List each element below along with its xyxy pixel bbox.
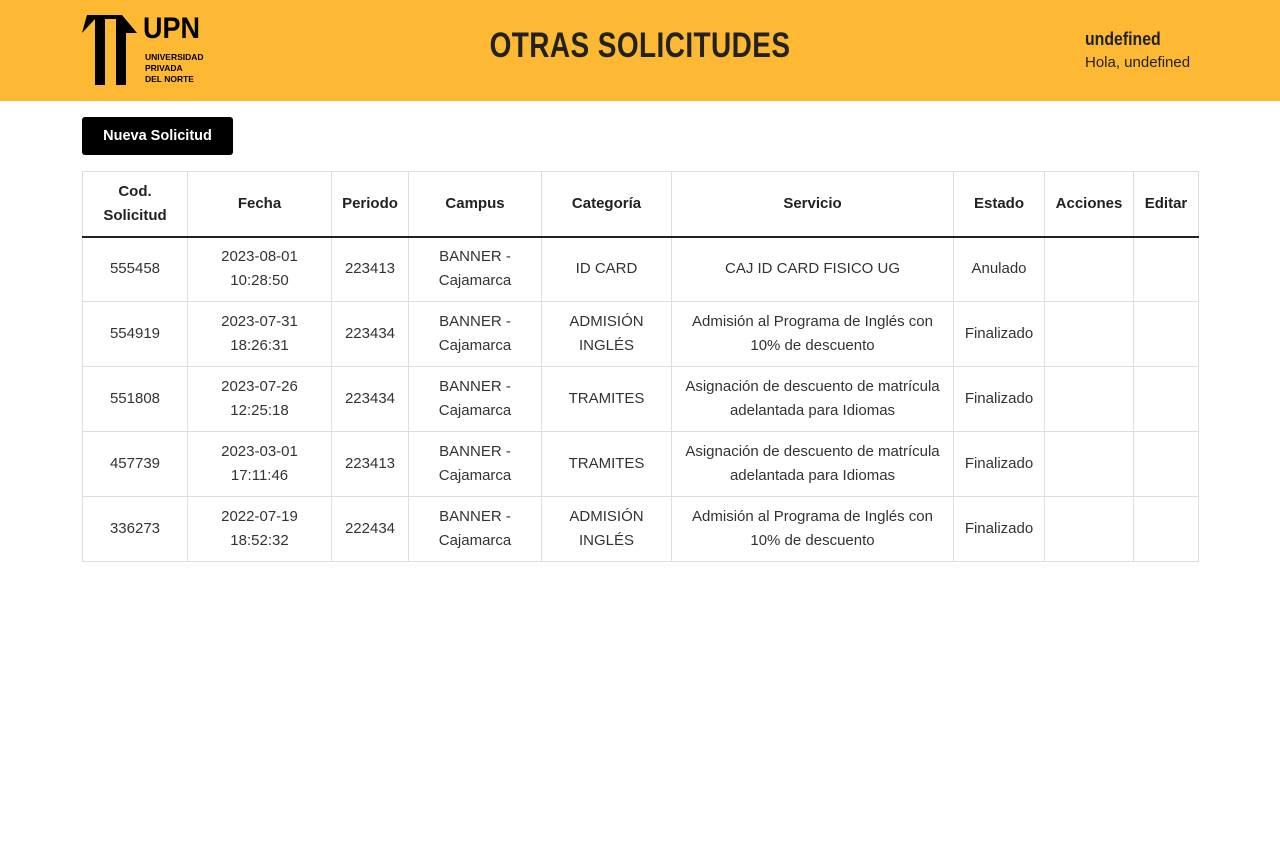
cell-category: ID CARD [541,236,672,302]
cell-edit [1133,496,1199,562]
header-category[interactable]: Categoría [541,171,672,238]
header-actions[interactable]: Acciones [1044,171,1134,238]
cell-actions [1044,301,1134,367]
header-campus[interactable]: Campus [408,171,542,238]
cell-period: 223413 [331,236,409,302]
header-code[interactable]: Cod. Solicitud [82,171,188,238]
cell-code: 551808 [82,366,188,432]
cell-edit [1133,431,1199,497]
cell-actions [1044,431,1134,497]
cell-campus: BANNER - Cajamarca [408,301,542,367]
cell-category: ADMISIÓN INGLÉS [541,496,672,562]
table-row[interactable]: 555458 2023-08-01 10:28:50 223413 BANNER… [82,236,1199,302]
table-header-row: Cod. Solicitud Fecha Periodo Campus Cate… [82,171,1199,238]
new-request-button[interactable]: Nueva Solicitud [82,117,233,155]
cell-service: CAJ ID CARD FISICO UG [671,236,954,302]
header-date[interactable]: Fecha [187,171,332,238]
cell-code: 555458 [82,236,188,302]
cell-campus: BANNER - Cajamarca [408,496,542,562]
cell-period: 223434 [331,366,409,432]
cell-status: Finalizado [953,496,1045,562]
cell-actions [1044,366,1134,432]
page-title-text: OTRAS SOLICITUDES [489,26,791,65]
cell-status: Anulado [953,236,1045,302]
user-info: undefined Hola, undefined [1085,27,1225,74]
cell-status: Finalizado [953,366,1045,432]
cell-category: ADMISIÓN INGLÉS [541,301,672,367]
header-period[interactable]: Periodo [331,171,409,238]
cell-date: 2023-08-01 10:28:50 [187,236,332,302]
cell-service: Asignación de descuento de matrícula ade… [671,431,954,497]
cell-campus: BANNER - Cajamarca [408,431,542,497]
cell-date: 2023-07-26 12:25:18 [187,366,332,432]
cell-campus: BANNER - Cajamarca [408,366,542,432]
cell-category: TRAMITES [541,431,672,497]
cell-date: 2023-03-01 17:11:46 [187,431,332,497]
cell-period: 223413 [331,431,409,497]
cell-edit [1133,366,1199,432]
table-row[interactable]: 457739 2023-03-01 17:11:46 223413 BANNER… [82,431,1199,497]
cell-code: 554919 [82,301,188,367]
cell-edit [1133,236,1199,302]
top-header: UPN UNIVERSIDAD PRIVADA DEL NORTE OTRAS … [0,0,1280,101]
logo-line-3: DEL NORTE [145,74,194,84]
cell-code: 457739 [82,431,188,497]
cell-period: 222434 [331,496,409,562]
cell-date: 2022-07-19 18:52:32 [187,496,332,562]
cell-actions [1044,496,1134,562]
cell-edit [1133,301,1199,367]
cell-category: TRAMITES [541,366,672,432]
cell-service: Admisión al Programa de Inglés con 10% d… [671,496,954,562]
cell-campus: BANNER - Cajamarca [408,236,542,302]
cell-actions [1044,236,1134,302]
user-name: undefined [1085,29,1161,49]
header-status[interactable]: Estado [953,171,1045,238]
cell-code: 336273 [82,496,188,562]
cell-date: 2023-07-31 18:26:31 [187,301,332,367]
table-row[interactable]: 336273 2022-07-19 18:52:32 222434 BANNER… [82,496,1199,562]
table-row[interactable]: 551808 2023-07-26 12:25:18 223434 BANNER… [82,366,1199,432]
cell-service: Admisión al Programa de Inglés con 10% d… [671,301,954,367]
requests-table: Cod. Solicitud Fecha Periodo Campus Cate… [82,171,1199,562]
cell-status: Finalizado [953,301,1045,367]
cell-status: Finalizado [953,431,1045,497]
header-edit[interactable]: Editar [1133,171,1199,238]
user-greeting: Hola, undefined [1085,54,1191,71]
cell-service: Asignación de descuento de matrícula ade… [671,366,954,432]
table-row[interactable]: 554919 2023-07-31 18:26:31 223434 BANNER… [82,301,1199,367]
cell-period: 223434 [331,301,409,367]
header-service[interactable]: Servicio [671,171,954,238]
